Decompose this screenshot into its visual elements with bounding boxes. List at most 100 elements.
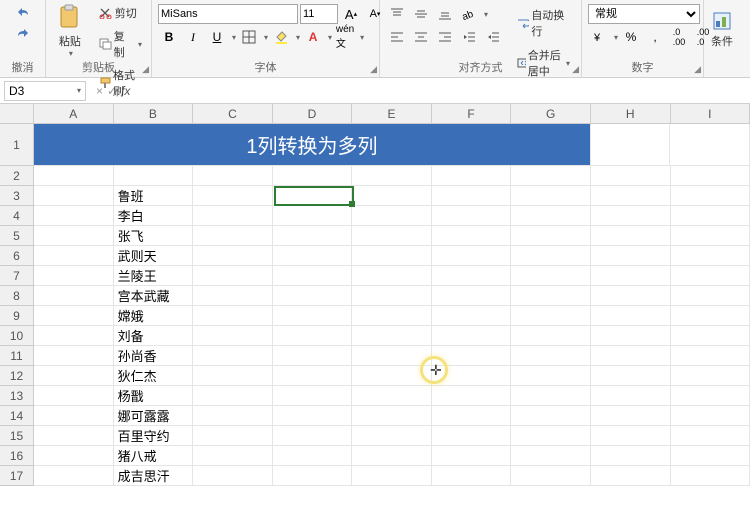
font-name-combo[interactable]	[158, 4, 298, 24]
col-header-A[interactable]: A	[34, 104, 114, 123]
copy-button[interactable]: 复制▾	[94, 25, 147, 63]
cell[interactable]	[432, 206, 512, 226]
cell[interactable]	[671, 306, 750, 326]
row-header[interactable]: 14	[0, 406, 33, 426]
cell[interactable]	[193, 466, 273, 486]
align-top-button[interactable]	[386, 4, 408, 24]
redo-button[interactable]	[12, 23, 34, 43]
cell[interactable]	[432, 306, 512, 326]
wrap-text-button[interactable]: 自动换行	[512, 4, 575, 42]
cell[interactable]	[34, 426, 114, 446]
cell[interactable]	[273, 166, 353, 186]
cell[interactable]	[273, 266, 353, 286]
align-left-button[interactable]	[386, 27, 408, 47]
col-header-C[interactable]: C	[193, 104, 273, 123]
cell[interactable]: 猪八戒	[114, 446, 194, 466]
row-header[interactable]: 1	[0, 124, 33, 166]
align-center-button[interactable]	[410, 27, 432, 47]
cell[interactable]	[34, 286, 114, 306]
col-header-F[interactable]: F	[432, 104, 512, 123]
cell[interactable]	[671, 246, 750, 266]
cell[interactable]	[591, 246, 671, 266]
cell[interactable]	[432, 366, 512, 386]
cell[interactable]: 武则天	[114, 246, 194, 266]
number-launcher-icon[interactable]: ◢	[694, 64, 701, 75]
col-header-I[interactable]: I	[671, 104, 750, 123]
title-merged-cell[interactable]: 1列转换为多列	[34, 124, 591, 166]
undo-button[interactable]	[12, 2, 34, 22]
cell[interactable]	[193, 186, 273, 206]
cell[interactable]	[193, 206, 273, 226]
cell[interactable]	[273, 226, 353, 246]
cell[interactable]	[591, 466, 671, 486]
align-right-button[interactable]	[434, 27, 456, 47]
cell[interactable]: 鲁班	[114, 186, 194, 206]
bold-button[interactable]: B	[158, 27, 180, 47]
percent-button[interactable]: %	[620, 27, 642, 47]
cell[interactable]: 狄仁杰	[114, 366, 194, 386]
cell[interactable]	[511, 306, 591, 326]
cell[interactable]	[193, 366, 273, 386]
italic-button[interactable]: I	[182, 27, 204, 47]
accounting-format-button[interactable]: ¥	[588, 27, 610, 47]
cell[interactable]	[193, 406, 273, 426]
cell[interactable]	[432, 346, 512, 366]
spreadsheet[interactable]: ABCDEFGHI 1234567891011121314151617 1列转换…	[0, 104, 750, 519]
cell[interactable]	[273, 246, 353, 266]
cell[interactable]	[432, 326, 512, 346]
cell[interactable]: 成吉思汗	[114, 466, 194, 486]
cell[interactable]	[273, 326, 353, 346]
cell[interactable]	[34, 186, 114, 206]
cell[interactable]	[114, 166, 194, 186]
cell[interactable]: 孙尚香	[114, 346, 194, 366]
cell[interactable]	[273, 306, 353, 326]
cell[interactable]	[273, 286, 353, 306]
row-header[interactable]: 10	[0, 326, 33, 346]
cell[interactable]	[591, 166, 671, 186]
cell[interactable]	[671, 406, 750, 426]
cell[interactable]	[193, 226, 273, 246]
cell[interactable]	[273, 446, 353, 466]
cell[interactable]	[511, 446, 591, 466]
cell[interactable]	[591, 406, 671, 426]
cell[interactable]	[34, 386, 114, 406]
cell[interactable]	[273, 466, 353, 486]
cell[interactable]	[511, 266, 591, 286]
col-header-H[interactable]: H	[591, 104, 671, 123]
cell[interactable]	[273, 386, 353, 406]
cell[interactable]	[34, 226, 114, 246]
align-bottom-button[interactable]	[434, 4, 456, 24]
cell[interactable]	[511, 326, 591, 346]
cell[interactable]	[352, 226, 432, 246]
cell[interactable]	[591, 206, 671, 226]
paste-button[interactable]: 粘贴▾	[50, 2, 90, 58]
number-format-combo[interactable]: 常规	[588, 4, 700, 24]
cell[interactable]	[511, 226, 591, 246]
increase-indent-button[interactable]	[482, 27, 504, 47]
cell[interactable]	[352, 386, 432, 406]
cell[interactable]	[352, 246, 432, 266]
cell[interactable]	[34, 366, 114, 386]
cell[interactable]	[34, 266, 114, 286]
cell[interactable]	[34, 166, 114, 186]
cell[interactable]	[671, 346, 750, 366]
align-launcher-icon[interactable]: ◢	[572, 64, 579, 75]
cell[interactable]	[193, 166, 273, 186]
underline-button[interactable]: U	[206, 27, 228, 47]
cell[interactable]	[193, 386, 273, 406]
cell[interactable]	[34, 406, 114, 426]
phonetic-button[interactable]: wén文	[334, 27, 356, 47]
cell[interactable]	[591, 346, 671, 366]
cell[interactable]	[511, 406, 591, 426]
cell[interactable]: 李白	[114, 206, 194, 226]
cell[interactable]	[511, 386, 591, 406]
cell[interactable]	[273, 366, 353, 386]
cell[interactable]	[671, 206, 750, 226]
cell[interactable]	[273, 346, 353, 366]
row-header[interactable]: 12	[0, 366, 33, 386]
cell[interactable]: 兰陵王	[114, 266, 194, 286]
cell[interactable]	[511, 286, 591, 306]
cell[interactable]	[432, 426, 512, 446]
cell[interactable]	[591, 326, 671, 346]
cell[interactable]	[432, 266, 512, 286]
